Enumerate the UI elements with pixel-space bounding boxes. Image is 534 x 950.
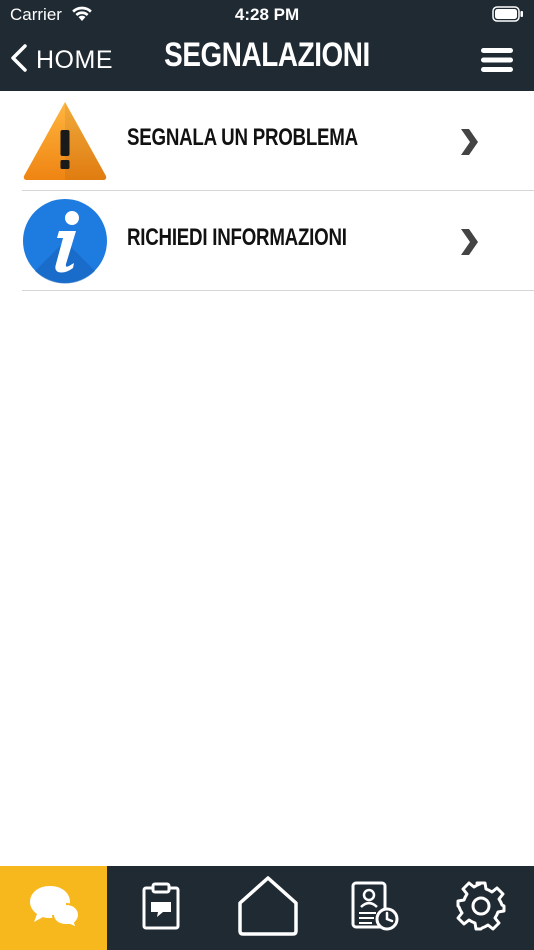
top-bar: Carrier 4:28 PM HOME SEGNALAZIONI: [0, 0, 534, 91]
page-title: SEGNALAZIONI: [164, 36, 370, 74]
chevron-left-icon: [10, 43, 28, 77]
list-item-richiedi-informazioni[interactable]: RICHIEDI INFORMAZIONI: [0, 191, 534, 291]
battery-icon: [492, 6, 524, 27]
warning-icon: [21, 98, 109, 184]
tab-settings[interactable]: [428, 866, 534, 950]
info-icon: [21, 198, 109, 284]
options-list: SEGNALA UN PROBLEMA RICHIEDI INFORMAZION…: [0, 91, 534, 291]
clipboard-report-icon: [141, 882, 181, 935]
row-divider: [22, 290, 534, 291]
chevron-right-icon: [458, 227, 480, 262]
tab-reports[interactable]: [107, 866, 214, 950]
gear-icon: [456, 881, 506, 936]
chat-bubbles-icon: [28, 883, 80, 934]
chevron-right-icon: [458, 127, 480, 162]
status-time: 4:28 PM: [234, 5, 300, 24]
tab-segnalazioni[interactable]: [0, 866, 107, 950]
hamburger-menu-button[interactable]: [480, 46, 514, 74]
list-item-segnala-problema[interactable]: SEGNALA UN PROBLEMA: [0, 91, 534, 191]
contact-schedule-icon: [350, 880, 400, 937]
list-item-label: SEGNALA UN PROBLEMA: [127, 124, 358, 151]
status-bar: Carrier 4:28 PM: [0, 0, 534, 30]
bottom-tab-bar: [0, 866, 534, 950]
hamburger-icon: [481, 48, 513, 72]
list-item-label: RICHIEDI INFORMAZIONI: [127, 224, 347, 251]
home-icon: [236, 875, 300, 942]
tab-contacts[interactable]: [321, 866, 428, 950]
tab-home[interactable]: [214, 866, 321, 950]
navigation-bar: HOME SEGNALAZIONI: [0, 30, 534, 91]
